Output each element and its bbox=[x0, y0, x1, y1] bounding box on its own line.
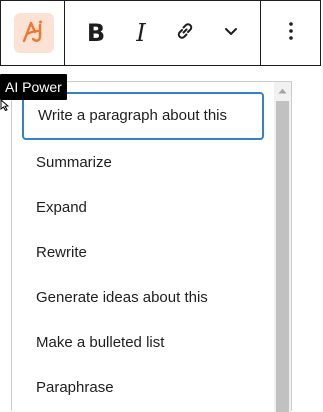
scroll-up-arrow-icon[interactable] bbox=[274, 82, 291, 99]
menu-scrollbar[interactable] bbox=[274, 82, 291, 412]
kebab-menu-icon bbox=[281, 19, 301, 48]
tooltip: AI Power bbox=[0, 74, 67, 100]
menu-item-rewrite[interactable]: Rewrite bbox=[24, 237, 262, 269]
chevron-down-icon bbox=[221, 21, 241, 46]
menu-item-summarize[interactable]: Summarize bbox=[24, 147, 262, 179]
scrollbar-thumb[interactable] bbox=[276, 101, 289, 412]
menu-item-bulleted-list[interactable]: Make a bulleted list bbox=[24, 327, 262, 359]
more-options-button[interactable] bbox=[211, 13, 251, 53]
ai-power-button[interactable] bbox=[14, 13, 54, 53]
toolbar-divider bbox=[260, 1, 261, 65]
menu-item-expand[interactable]: Expand bbox=[24, 192, 262, 224]
menu-item-generate-ideas[interactable]: Generate ideas about this bbox=[24, 282, 262, 314]
italic-button[interactable]: I bbox=[121, 13, 161, 53]
link-icon bbox=[173, 19, 197, 48]
block-options-button[interactable] bbox=[271, 13, 311, 53]
link-button[interactable] bbox=[165, 13, 205, 53]
block-toolbar: B I bbox=[0, 0, 321, 66]
ai-actions-dropdown: Write a paragraph about this Summarize E… bbox=[11, 81, 292, 412]
ai-power-logo-icon bbox=[20, 18, 48, 49]
menu-item-paraphrase[interactable]: Paraphrase bbox=[24, 372, 262, 404]
bold-button[interactable]: B bbox=[76, 13, 116, 53]
toolbar-divider bbox=[64, 1, 65, 65]
